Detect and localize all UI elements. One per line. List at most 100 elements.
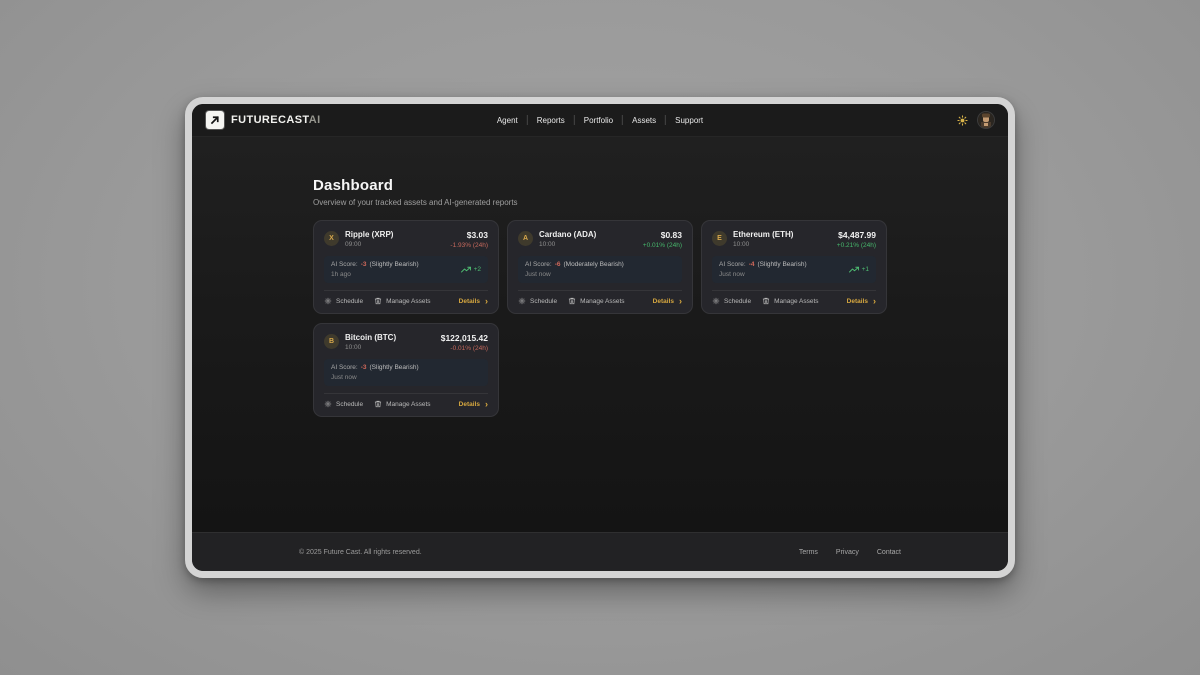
gear-icon — [518, 297, 526, 305]
sun-icon — [957, 115, 968, 126]
ai-score-value: -3 — [361, 261, 367, 268]
asset-time: 10:00 — [733, 241, 793, 248]
schedule-button[interactable]: Schedule — [324, 400, 363, 408]
footer-links: Terms Privacy Contact — [799, 549, 901, 556]
card-actions: Schedule Manage Assets Details › — [324, 393, 488, 408]
cards-grid: X Ripple (XRP) 09:00 $3.03 -1.93% (24h) … — [313, 220, 887, 417]
nav-item-assets[interactable]: Assets — [632, 116, 656, 125]
trend-value: +2 — [474, 266, 481, 273]
ai-score-label: AI Score: — [331, 364, 358, 371]
schedule-button[interactable]: Schedule — [518, 297, 557, 305]
nav-item-support[interactable]: Support — [675, 116, 703, 125]
schedule-button[interactable]: Schedule — [712, 297, 751, 305]
footer-link-contact[interactable]: Contact — [877, 549, 901, 556]
chevron-right-icon: › — [485, 298, 488, 304]
ai-sentiment: (Slightly Bearish) — [370, 364, 419, 371]
gear-icon — [712, 297, 720, 305]
manage-assets-button[interactable]: Manage Assets — [374, 400, 430, 408]
ai-score-panel: AI Score: -3 (Slightly Bearish) 1h ago +… — [324, 256, 488, 283]
nav-item-agent[interactable]: Agent — [497, 116, 518, 125]
gear-icon — [324, 297, 332, 305]
copyright-text: © 2025 Future Cast. All rights reserved. — [299, 549, 422, 556]
trash-icon — [374, 400, 382, 408]
logo-trend-arrow-icon — [206, 111, 224, 129]
user-avatar[interactable] — [978, 112, 994, 128]
price-change: +0.01% (24h) — [643, 242, 682, 249]
trend-value: +1 — [862, 266, 869, 273]
card-actions: Schedule Manage Assets Details › — [518, 290, 682, 305]
asset-name: Bitcoin (BTC) — [345, 333, 396, 342]
card-actions: Schedule Manage Assets Details › — [712, 290, 876, 305]
asset-name: Cardano (ADA) — [539, 230, 596, 239]
details-button[interactable]: Details › — [459, 401, 488, 408]
price-change: -1.93% (24h) — [450, 242, 488, 249]
footer-link-privacy[interactable]: Privacy — [836, 549, 859, 556]
ai-score-panel: AI Score: -3 (Slightly Bearish) Just now — [324, 359, 488, 386]
navbar: FUTURECASTAI Agent Reports Portfolio Ass… — [192, 104, 1008, 137]
details-button[interactable]: Details › — [653, 298, 682, 305]
asset-name: Ripple (XRP) — [345, 230, 393, 239]
asset-name: Ethereum (ETH) — [733, 230, 793, 239]
avatar-image — [978, 112, 994, 128]
ai-score-label: AI Score: — [525, 261, 552, 268]
card-header: X Ripple (XRP) 09:00 $3.03 -1.93% (24h) — [324, 230, 488, 249]
card-header: A Cardano (ADA) 10:00 $0.83 +0.01% (24h) — [518, 230, 682, 249]
ai-score-panel: AI Score: -4 (Slightly Bearish) Just now… — [712, 256, 876, 283]
asset-price: $3.03 — [450, 230, 488, 240]
trend-up-icon — [849, 266, 859, 274]
nav-item-portfolio[interactable]: Portfolio — [584, 116, 613, 125]
page-subtitle: Overview of your tracked assets and AI-g… — [313, 198, 887, 207]
main-nav: Agent Reports Portfolio Assets Support — [497, 104, 703, 136]
app-window: FUTURECASTAI Agent Reports Portfolio Ass… — [185, 97, 1015, 578]
asset-letter-badge: A — [518, 231, 533, 246]
report-age: Just now — [331, 374, 419, 381]
footer-link-terms[interactable]: Terms — [799, 549, 818, 556]
asset-price: $4,487.99 — [837, 230, 876, 240]
theme-toggle-button[interactable] — [957, 115, 968, 126]
ai-score-value: -6 — [555, 261, 561, 268]
card-actions: Schedule Manage Assets Details › — [324, 290, 488, 305]
nav-separator — [527, 115, 528, 125]
page-title: Dashboard — [313, 177, 887, 194]
asset-card: B Bitcoin (BTC) 10:00 $122,015.42 -0.01%… — [313, 323, 499, 417]
nav-separator — [665, 115, 666, 125]
asset-time: 09:00 — [345, 241, 393, 248]
details-button[interactable]: Details › — [847, 298, 876, 305]
asset-card: E Ethereum (ETH) 10:00 $4,487.99 +0.21% … — [701, 220, 887, 314]
trash-icon — [762, 297, 770, 305]
navbar-actions — [957, 112, 994, 128]
trash-icon — [374, 297, 382, 305]
page-footer: © 2025 Future Cast. All rights reserved.… — [192, 532, 1008, 571]
ai-score-value: -3 — [361, 364, 367, 371]
trend-indicator: +1 — [849, 266, 869, 274]
asset-letter-badge: B — [324, 334, 339, 349]
asset-card: X Ripple (XRP) 09:00 $3.03 -1.93% (24h) … — [313, 220, 499, 314]
ai-score-panel: AI Score: -6 (Moderately Bearish) Just n… — [518, 256, 682, 283]
ai-sentiment: (Slightly Bearish) — [758, 261, 807, 268]
brand[interactable]: FUTURECASTAI — [206, 111, 321, 129]
asset-time: 10:00 — [539, 241, 596, 248]
price-change: -0.01% (24h) — [441, 345, 488, 352]
nav-separator — [622, 115, 623, 125]
ai-score-label: AI Score: — [331, 261, 358, 268]
nav-item-reports[interactable]: Reports — [537, 116, 565, 125]
ai-sentiment: (Slightly Bearish) — [370, 261, 419, 268]
card-header: B Bitcoin (BTC) 10:00 $122,015.42 -0.01%… — [324, 333, 488, 352]
main-content: Dashboard Overview of your tracked asset… — [192, 137, 1008, 532]
gear-icon — [324, 400, 332, 408]
details-button[interactable]: Details › — [459, 298, 488, 305]
chevron-right-icon: › — [485, 401, 488, 407]
nav-separator — [574, 115, 575, 125]
manage-assets-button[interactable]: Manage Assets — [762, 297, 818, 305]
asset-price: $0.83 — [643, 230, 682, 240]
manage-assets-button[interactable]: Manage Assets — [568, 297, 624, 305]
card-header: E Ethereum (ETH) 10:00 $4,487.99 +0.21% … — [712, 230, 876, 249]
ai-sentiment: (Moderately Bearish) — [564, 261, 624, 268]
report-age: Just now — [525, 271, 624, 278]
report-age: Just now — [719, 271, 807, 278]
ai-score-value: -4 — [749, 261, 755, 268]
asset-price: $122,015.42 — [441, 333, 488, 343]
asset-card: A Cardano (ADA) 10:00 $0.83 +0.01% (24h)… — [507, 220, 693, 314]
manage-assets-button[interactable]: Manage Assets — [374, 297, 430, 305]
schedule-button[interactable]: Schedule — [324, 297, 363, 305]
